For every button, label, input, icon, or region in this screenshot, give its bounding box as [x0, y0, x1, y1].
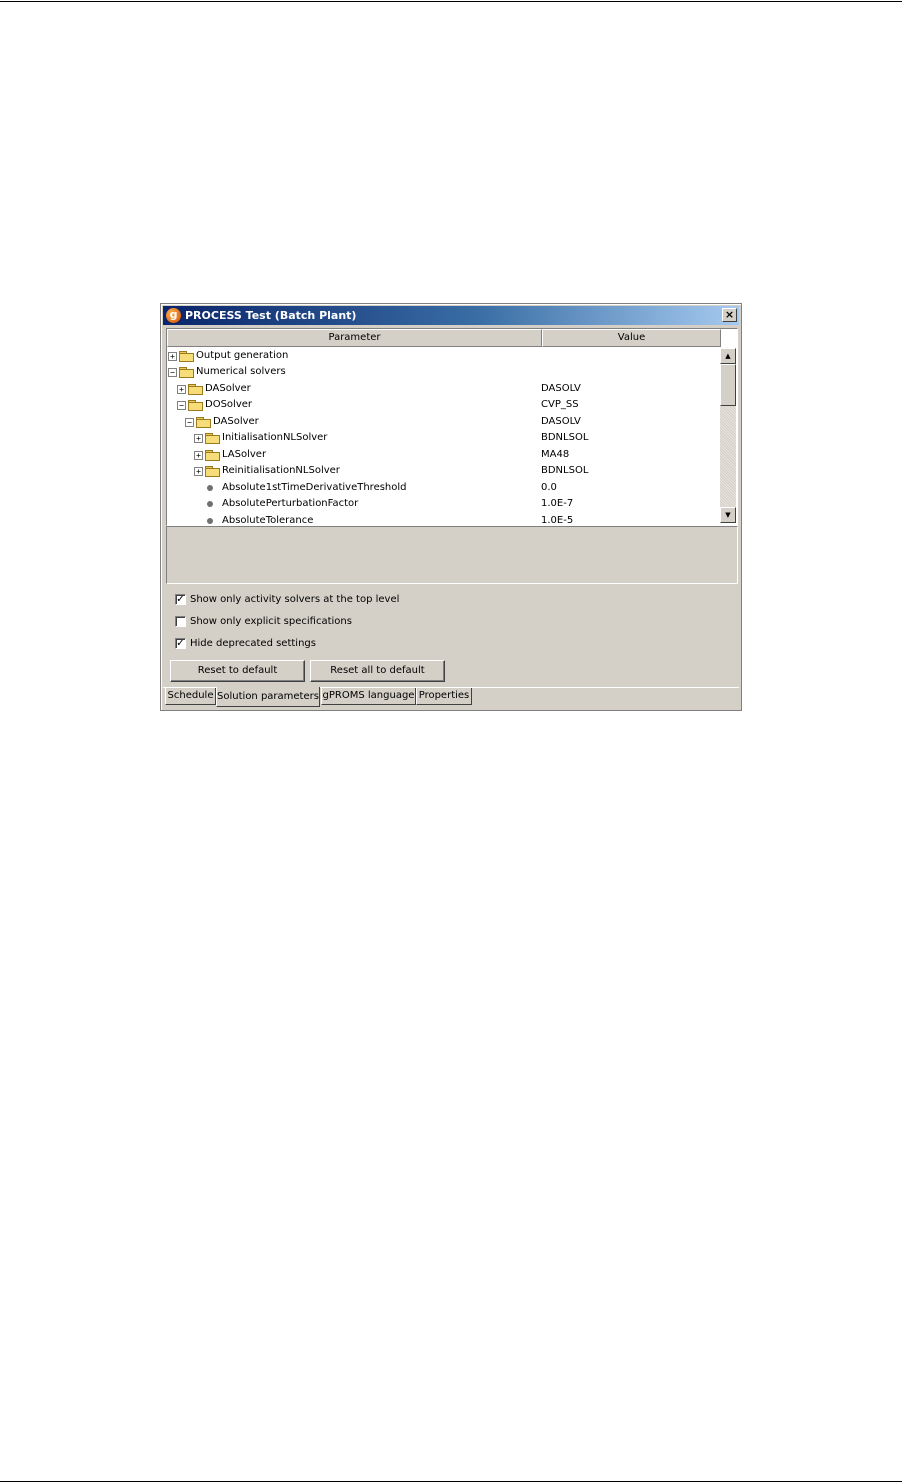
folder-icon	[188, 400, 203, 411]
tree-row-initialisation-nl-solver[interactable]: + InitialisationNLSolver BDNLSOL	[167, 430, 720, 446]
row-label: InitialisationNLSolver	[222, 432, 328, 443]
scroll-up-icon[interactable]: ▲	[720, 348, 736, 364]
row-label: AbsoluteTolerance	[222, 515, 314, 526]
parameter-bullet-icon	[207, 518, 213, 524]
tree-row-la-solver[interactable]: + LASolver MA48	[167, 447, 720, 463]
tree-row-numerical-solvers[interactable]: − Numerical solvers	[167, 364, 720, 380]
expand-icon[interactable]: +	[194, 434, 203, 443]
tree-row-output-generation[interactable]: + Output generation	[167, 348, 720, 364]
tree-row-absolute-perturbation-factor[interactable]: AbsolutePerturbationFactor 1.0E-7	[167, 496, 720, 512]
table-header: Parameter Value	[167, 329, 721, 347]
collapse-icon[interactable]: −	[185, 418, 194, 427]
folder-icon	[179, 367, 194, 378]
row-value: DASOLV	[541, 416, 581, 427]
collapse-icon[interactable]: −	[168, 368, 177, 377]
folder-icon	[179, 351, 194, 362]
checkbox-checked[interactable]: ✓	[175, 638, 186, 649]
window-title: PROCESS Test (Batch Plant)	[185, 309, 357, 322]
scroll-thumb[interactable]	[720, 364, 736, 406]
row-value: BDNLSOL	[541, 465, 589, 476]
row-value: DASOLV	[541, 383, 581, 394]
tree-row-absolute-tolerance[interactable]: AbsoluteTolerance 1.0E-5	[167, 513, 720, 526]
folder-icon	[205, 466, 220, 477]
tree-row-reinitialisation-nl-solver[interactable]: + ReinitialisationNLSolver BDNLSOL	[167, 463, 720, 479]
folder-icon	[205, 450, 220, 461]
tab-solution-parameters[interactable]: Solution parameters	[216, 687, 320, 707]
row-value: MA48	[541, 449, 570, 460]
checkbox-checked[interactable]: ✓	[175, 594, 186, 605]
expand-icon[interactable]: +	[194, 467, 203, 476]
parameter-tree-table: Parameter Value + Output generation − Nu…	[166, 328, 738, 526]
row-value: CVP_SS	[541, 399, 579, 410]
tab-schedule[interactable]: Schedule	[165, 688, 216, 705]
tree-row-dasolver[interactable]: + DASolver DASOLV	[167, 381, 720, 397]
row-value: 1.0E-5	[541, 515, 574, 526]
tree-rows: + Output generation − Numerical solvers …	[167, 348, 720, 526]
row-value: BDNLSOL	[541, 432, 589, 443]
reset-all-to-default-button[interactable]: Reset all to default	[310, 660, 445, 682]
expand-icon[interactable]: +	[168, 352, 177, 361]
tree-row-absolute-1st-time-derivative-threshold[interactable]: Absolute1stTimeDerivativeThreshold 0.0	[167, 480, 720, 496]
description-panel	[166, 526, 738, 584]
checkbox-unchecked[interactable]	[175, 616, 186, 627]
parameter-bullet-icon	[207, 501, 213, 507]
row-label: Output generation	[196, 350, 289, 361]
expand-icon[interactable]: +	[177, 385, 186, 394]
row-label: Numerical solvers	[196, 366, 286, 377]
tree-row-dosolver[interactable]: − DOSolver CVP_SS	[167, 397, 720, 413]
page-bottom-rule	[0, 1481, 902, 1482]
gproms-app-icon: g	[166, 308, 181, 323]
row-value: 0.0	[541, 482, 557, 493]
row-label: Absolute1stTimeDerivativeThreshold	[222, 482, 407, 493]
tab-properties[interactable]: Properties	[416, 688, 472, 705]
row-label: DOSolver	[205, 399, 252, 410]
title-bar[interactable]: g PROCESS Test (Batch Plant) ×	[163, 306, 739, 325]
row-value: 1.0E-7	[541, 498, 574, 509]
page-top-rule	[0, 1, 902, 2]
option-label: Show only activity solvers at the top le…	[190, 594, 400, 605]
row-label: ReinitialisationNLSolver	[222, 465, 340, 476]
row-label: DASolver	[205, 383, 251, 394]
row-label: DASolver	[213, 416, 259, 427]
close-icon[interactable]: ×	[722, 308, 737, 322]
row-label: LASolver	[222, 449, 267, 460]
expand-icon[interactable]: +	[194, 451, 203, 460]
row-label: AbsolutePerturbationFactor	[222, 498, 359, 509]
reset-to-default-button[interactable]: Reset to default	[170, 660, 305, 682]
collapse-icon[interactable]: −	[177, 401, 186, 410]
option-label: Show only explicit specifications	[190, 616, 352, 627]
option-label: Hide deprecated settings	[190, 638, 316, 649]
column-header-parameter[interactable]: Parameter	[167, 329, 542, 347]
tab-gproms-language[interactable]: gPROMS language	[321, 688, 416, 705]
folder-icon	[188, 384, 203, 395]
process-window: g PROCESS Test (Batch Plant) × Parameter…	[160, 303, 742, 711]
scroll-down-icon[interactable]: ▼	[720, 507, 736, 523]
folder-icon	[205, 433, 220, 444]
folder-icon	[196, 417, 211, 428]
column-header-value[interactable]: Value	[542, 329, 721, 347]
vertical-scrollbar[interactable]: ▲ ▼	[720, 348, 736, 523]
tree-row-dosolver-dasolver[interactable]: − DASolver DASOLV	[167, 414, 720, 430]
parameter-bullet-icon	[207, 485, 213, 491]
